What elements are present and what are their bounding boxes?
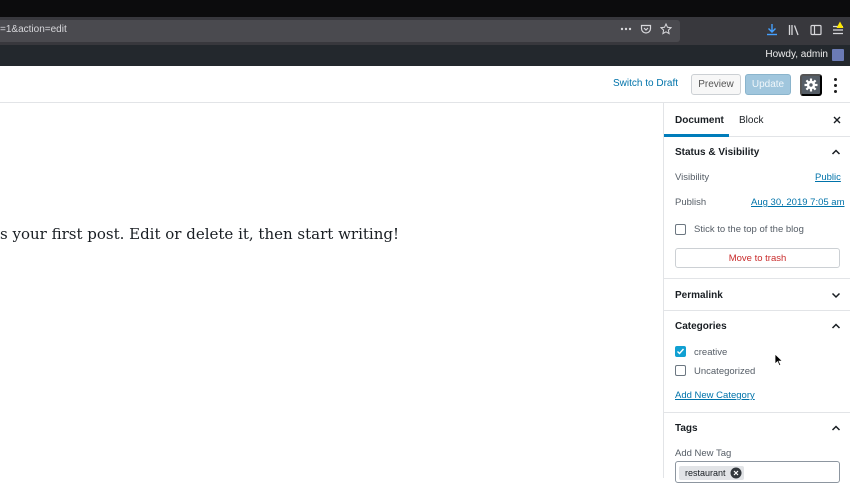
permalink-title[interactable]: Permalink [675, 290, 723, 301]
pocket-icon[interactable] [640, 23, 652, 35]
section-divider [664, 310, 850, 311]
editor-header: Switch to Draft Preview Update [0, 66, 850, 103]
section-divider [664, 412, 850, 413]
wp-admin-bar: Howdy, admin [0, 45, 850, 66]
switch-to-draft-button[interactable]: Switch to Draft [613, 78, 678, 89]
category-label[interactable]: Uncategorized [694, 366, 755, 377]
tag-input[interactable]: restaurant [675, 461, 840, 483]
chevron-up-icon[interactable] [830, 146, 842, 158]
status-visibility-title[interactable]: Status & Visibility [675, 147, 759, 158]
category-checkbox-creative[interactable] [675, 346, 686, 357]
mouse-cursor-icon [774, 353, 784, 367]
category-label[interactable]: creative [694, 347, 727, 358]
gear-icon [804, 78, 818, 92]
visibility-link[interactable]: Public [815, 172, 841, 183]
more-options-button[interactable] [830, 75, 840, 95]
downloads-icon[interactable] [766, 23, 778, 36]
publish-label: Publish [675, 197, 707, 208]
more-dot [833, 77, 837, 81]
chevron-up-icon[interactable] [830, 422, 842, 434]
publish-date-link[interactable]: Aug 30, 2019 7:05 am [751, 197, 845, 208]
more-dot [833, 89, 837, 93]
tab-block[interactable]: Block [739, 115, 763, 126]
sticky-checkbox[interactable] [675, 224, 686, 235]
window-top-strip [0, 0, 850, 17]
update-button[interactable]: Update [745, 74, 791, 95]
category-checkbox-uncategorized[interactable] [675, 365, 686, 376]
checkmark-icon [677, 348, 685, 355]
url-text[interactable]: =1&action=edit [0, 24, 67, 35]
chevron-up-icon[interactable] [830, 320, 842, 332]
library-icon[interactable] [788, 24, 800, 36]
chevron-down-icon[interactable] [830, 289, 842, 301]
url-field[interactable]: =1&action=edit [0, 20, 680, 42]
close-icon[interactable] [831, 114, 843, 126]
update-alert-icon [836, 21, 844, 28]
sidebar-toggle-icon[interactable] [810, 24, 822, 36]
remove-tag-icon[interactable] [730, 467, 742, 479]
sticky-label[interactable]: Stick to the top of the blog [694, 224, 804, 235]
sidebar-tabs: Document Block [664, 103, 850, 137]
editor-content[interactable]: s your first post. Edit or delete it, th… [0, 103, 663, 478]
howdy-greeting[interactable]: Howdy, admin [765, 49, 828, 60]
tab-document[interactable]: Document [675, 115, 724, 126]
paragraph-block[interactable]: s your first post. Edit or delete it, th… [0, 225, 399, 243]
tag-chip-label: restaurant [685, 468, 726, 478]
move-to-trash-button[interactable]: Move to trash [675, 248, 840, 268]
tags-title[interactable]: Tags [675, 423, 698, 434]
page-actions-icon[interactable] [620, 23, 632, 35]
add-new-tag-label: Add New Tag [675, 448, 732, 459]
settings-sidebar: Document Block Status & Visibility Visib… [663, 103, 850, 483]
more-dot [833, 83, 837, 87]
section-divider [664, 278, 850, 279]
visibility-label: Visibility [675, 172, 710, 183]
preview-button[interactable]: Preview [691, 74, 741, 95]
avatar[interactable] [832, 49, 844, 61]
menu-icon[interactable] [832, 21, 844, 36]
active-tab-indicator [664, 134, 729, 137]
browser-toolbar: =1&action=edit [0, 17, 850, 45]
settings-button[interactable] [800, 74, 822, 96]
add-new-category-link[interactable]: Add New Category [675, 390, 755, 401]
categories-title[interactable]: Categories [675, 321, 727, 332]
bookmark-star-icon[interactable] [660, 23, 672, 35]
